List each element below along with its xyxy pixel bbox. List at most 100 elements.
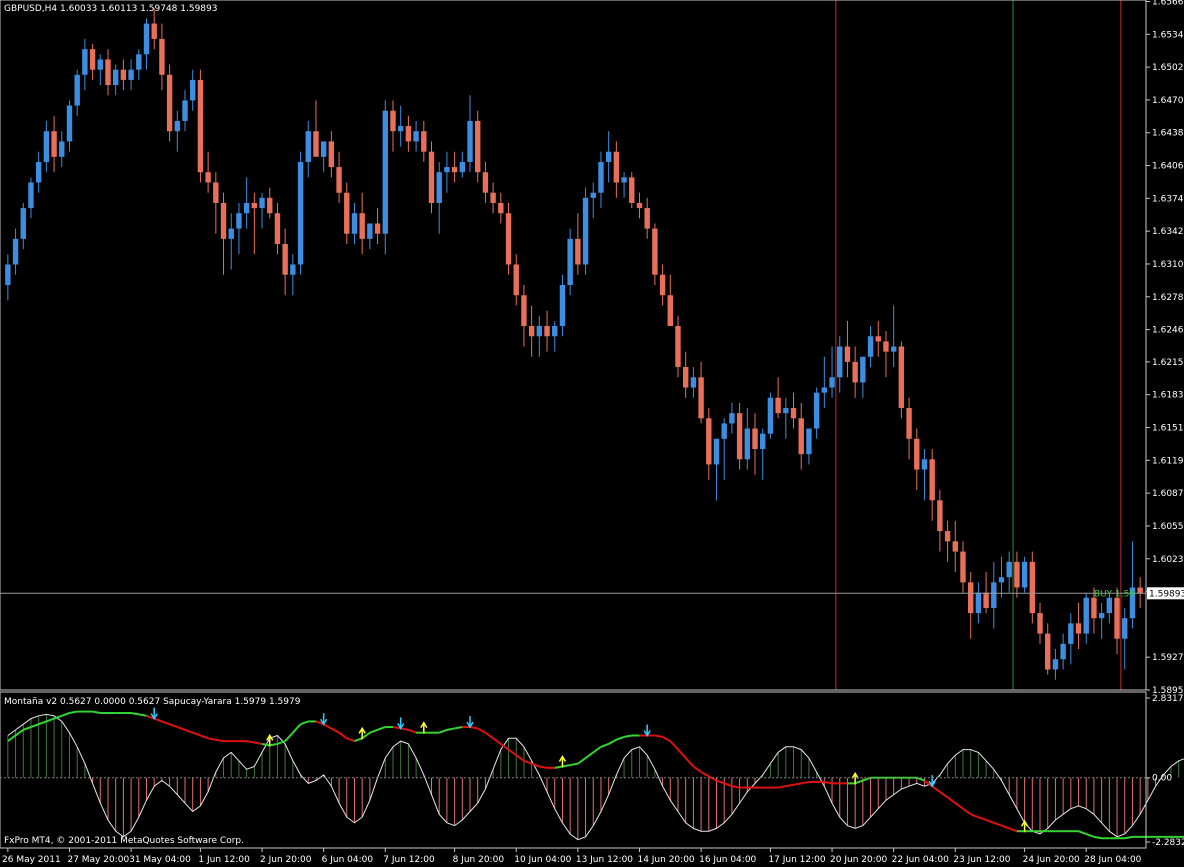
candle-33 [259,192,265,229]
candle-102 [790,392,797,429]
signal-segment [438,728,448,734]
candle-119 [921,449,928,501]
candle-89 [690,367,697,398]
candle-146 [1129,541,1136,629]
time-tick-label: 2 Jun 20:00 [260,855,312,865]
candle-body [1068,623,1074,644]
signal-segment [785,783,794,788]
candle-body [1122,618,1128,639]
candle-body [143,23,150,55]
candle-body [914,438,920,470]
candle-body [760,433,766,450]
candle-118 [914,428,920,491]
time-tick-label: 23 Jun 12:00 [953,855,1010,865]
candle-31 [243,177,250,229]
candle-22 [174,110,181,152]
signal-segment [169,723,178,728]
candle-140 [1083,592,1089,644]
candle-body [790,408,797,419]
candle-84 [652,223,658,285]
signal-segment [608,738,617,745]
candle-38 [297,151,304,275]
candle-134 [1037,602,1043,644]
candle-body [783,408,789,414]
chart-canvas[interactable]: 1.65665 1.65345 1.65025 1.64705 1.64385 1.640… [0,0,1184,867]
candle-body [151,23,157,39]
signal-segment [338,731,348,740]
signal-segment [569,762,579,767]
candle-body [382,110,388,234]
time-tick-label: 24 Jun 20:00 [1023,855,1080,865]
signal-segment [708,775,717,782]
candle-body [336,167,342,193]
candle-body [43,131,50,162]
bid-label: BUY 1.59 [1094,589,1135,599]
candle-145 [1122,607,1128,670]
signal-segment [30,723,40,728]
candle-3 [28,177,34,219]
signal-segment [215,738,224,743]
candle-body [921,459,928,470]
candle-94 [729,402,735,434]
candle-11 [89,44,96,80]
candle-body [575,238,581,265]
candle-body [82,49,88,75]
candle-body [682,367,689,388]
signal-segment [985,819,995,824]
ind-tick-label: -2.2832 [1152,838,1184,848]
candle-body [197,79,204,173]
arrow-down-icon [397,717,405,730]
price-tick-label: 1.65345 [1152,30,1184,40]
candle-56 [436,161,442,234]
candle-1 [12,228,19,275]
candle-16 [128,59,134,91]
candle-body [1137,587,1143,594]
candle-40 [313,100,319,157]
candle-30 [236,202,242,255]
signal-segment [662,736,671,742]
signal-segment [584,751,594,759]
candle-72 [559,274,566,337]
candle-body [767,397,774,434]
candle-8 [66,100,73,152]
signal-segment [454,726,463,730]
candle-body [675,326,681,368]
signal-segment [654,734,663,738]
candle-body [236,213,242,229]
candle-body [536,326,543,337]
candle-body [390,110,396,132]
signal-segment [692,765,702,773]
signal-segment [277,740,286,745]
copyright-text: FxPro MT4, © 2001-2011 MetaQuotes Softwa… [4,836,244,846]
candle-body [66,105,73,142]
candle-body [1075,623,1082,634]
candle-body [706,418,712,465]
candle-58 [451,151,458,183]
candle-52 [405,115,412,152]
candle-139 [1075,602,1082,649]
candle-body [1083,597,1089,634]
candle-49 [382,100,388,255]
candle-0 [5,254,11,301]
indicator-frame [0,691,1147,849]
signal-segment [69,710,78,714]
candle-body [105,59,111,86]
candle-95 [736,402,743,470]
candle-body [952,541,958,552]
signal-segment [346,737,355,743]
candle-126 [975,582,982,624]
candle-body [1098,613,1105,619]
signal-segment [723,782,733,788]
signal-segment [677,748,687,759]
candle-body [821,387,828,393]
candle-111 [860,356,866,398]
time-tick-label: 13 Jun 12:00 [576,855,633,865]
arrow-down-icon [643,724,651,737]
signal-segment [777,785,787,789]
candle-body [213,182,219,203]
signal-segment [284,732,294,742]
candle-68 [528,305,535,357]
signal-segment [492,737,502,745]
candle-body [243,202,250,214]
candle-body [944,531,951,542]
